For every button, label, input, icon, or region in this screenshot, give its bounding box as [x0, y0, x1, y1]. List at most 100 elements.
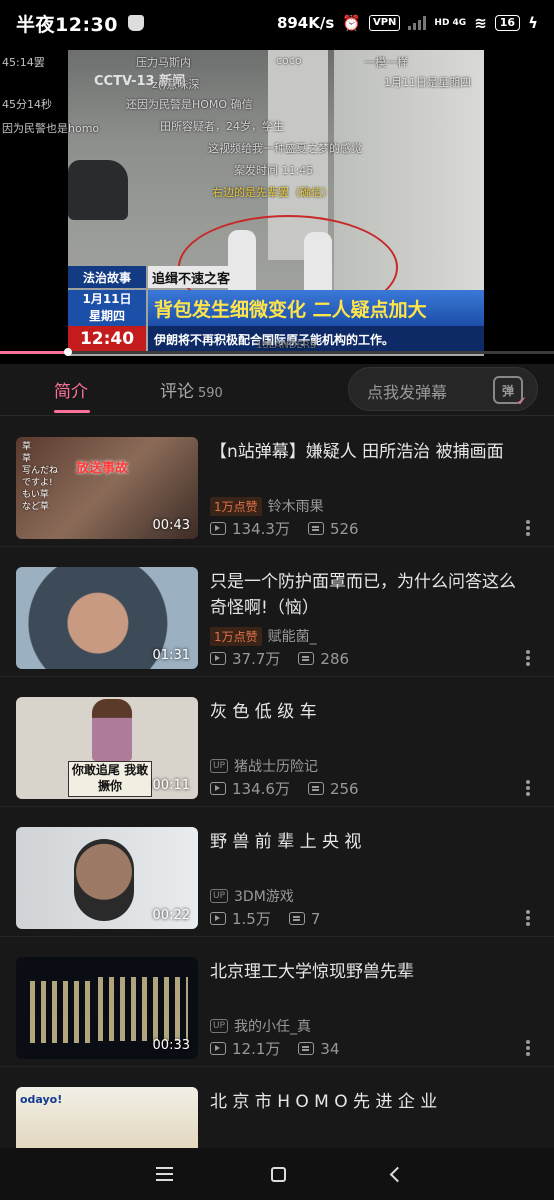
back-button[interactable] [378, 1158, 410, 1190]
video-thumbnail[interactable]: 你敢追尾 我敢撅你 00:11 [16, 697, 198, 799]
video-title[interactable]: 野 兽 前 辈 上 央 视 [210, 829, 530, 855]
up-badge: UP [210, 1019, 229, 1033]
more-options-icon[interactable] [526, 780, 530, 798]
broadcast-date: 1月11日 星期四 [68, 290, 146, 326]
more-options-icon[interactable] [526, 650, 530, 668]
video-list-item[interactable]: 00:33 北京理工大学惊现野兽先辈 UP 我的小任_真 12.1万 34 [0, 937, 554, 1067]
danmaku-input-placeholder: 点我发弹幕 [367, 383, 448, 402]
danmaku-toggle-icon[interactable]: 弹 [493, 376, 527, 408]
video-meta: 1万点赞 赋能菌_ [210, 626, 317, 646]
video-duration: 00:22 [152, 908, 190, 923]
up-badge: UP [210, 759, 229, 773]
charging-icon: ϟ [528, 14, 538, 32]
danmaku-count: 7 [310, 909, 321, 928]
show-name: 法治故事 [68, 266, 146, 288]
video-author: 赋能菌_ [267, 629, 317, 645]
hot-badge: 1万点赞 [210, 626, 262, 646]
thumbnail-danmaku-overlay: 草草写んだね ですよ! もい草 など草 [22, 442, 59, 512]
danmaku-count-icon [288, 912, 305, 925]
video-author: 猪战士历险记 [234, 759, 319, 775]
video-title[interactable]: 灰 色 低 级 车 [210, 699, 530, 725]
danmaku-count: 526 [329, 519, 359, 538]
broadcast-date-day: 1月11日 [82, 292, 132, 306]
video-meta: 1万点赞 铃木雨果 [210, 496, 324, 516]
play-count-icon [210, 652, 226, 665]
tab-comments[interactable]: 评论 590 [160, 377, 223, 402]
danmaku-count: 286 [320, 649, 350, 668]
tab-comments-label: 评论 [160, 382, 194, 402]
video-duration: 00:43 [152, 518, 190, 533]
danmaku-comment: 还因为民警是HOMO 确信 [126, 98, 253, 111]
video-meta: UP 我的小任_真 [210, 1016, 311, 1036]
video-title[interactable]: 只是一个防护面罩而已，为什么问答这么奇怪啊!（恼） [210, 569, 530, 621]
play-count-icon [210, 1042, 226, 1055]
video-stats: 37.7万 286 [210, 648, 349, 669]
video-title[interactable]: 【n站弹幕】嫌疑人 田所浩治 被捕画面 [210, 439, 530, 465]
video-meta: UP 3DM游戏 [210, 886, 294, 906]
thumbnail-caption: 你敢追尾 我敢撅你 [68, 761, 152, 797]
video-thumbnail[interactable]: odayo! [16, 1087, 198, 1148]
video-thumbnail[interactable]: 01:31 [16, 567, 198, 669]
video-author: 我的小任_真 [234, 1019, 312, 1035]
alarm-icon: ⏰ [342, 14, 361, 32]
signal-icon [408, 16, 427, 30]
video-stats: 134.3万 526 [210, 518, 359, 539]
video-list-item[interactable]: 草草写んだね ですよ! もい草 など草 放送事故 00:43 【n站弹幕】嫌疑人 田所… [0, 417, 554, 547]
hot-badge: 1万点赞 [210, 496, 262, 516]
menu-icon [155, 1173, 173, 1175]
video-stats: 134.6万 256 [210, 778, 359, 799]
danmaku-comment: 这视频给我一种盛夏之梦的感觉 [208, 142, 362, 155]
danmaku-count-icon [307, 522, 324, 535]
play-count-icon [210, 912, 226, 925]
play-count-icon [210, 782, 226, 795]
tab-intro[interactable]: 简介 [54, 377, 88, 402]
thumbnail-figure [92, 699, 132, 761]
play-count: 12.1万 [232, 1040, 281, 1058]
video-scene-car [68, 160, 128, 220]
up-badge: UP [210, 889, 229, 903]
danmaku-count-icon [298, 1042, 315, 1055]
play-count: 37.7万 [232, 650, 281, 668]
video-progress-bar[interactable] [0, 348, 554, 356]
video-title[interactable]: 北 京 市 H O M O 先 进 企 业 [210, 1089, 530, 1115]
wifi-icon: ≋ [474, 14, 487, 32]
video-author: 3DM游戏 [234, 889, 294, 905]
tab-active-indicator [54, 410, 90, 413]
video-list-item[interactable]: 00:22 野 兽 前 辈 上 央 视 UP 3DM游戏 1.5万 7 [0, 807, 554, 937]
danmaku-comment: 45分14秒 [2, 98, 52, 111]
video-duration: 00:11 [152, 778, 190, 793]
show-subtitle: 追缉不速之客 [148, 266, 248, 288]
thumbnail-building-windows [98, 977, 188, 1041]
video-stats: 1.5万 7 [210, 908, 320, 929]
more-options-icon[interactable] [526, 910, 530, 928]
video-duration: 00:33 [152, 1038, 190, 1053]
thumbnail-figure [74, 839, 134, 921]
danmaku-comment: 右边的是先辈罢（确信） [212, 186, 333, 199]
progress-knob[interactable] [64, 348, 72, 356]
video-player[interactable]: CCTV-13 新闻 法治故事 追缉不速之客 1月11日 星期四 背包发生细微变… [0, 46, 554, 364]
video-author: 铃木雨果 [267, 499, 324, 515]
danmaku-count: 256 [329, 779, 359, 798]
play-count-icon [210, 522, 226, 535]
video-list-item[interactable]: 你敢追尾 我敢撅你 00:11 灰 色 低 级 车 UP 猪战士历险记 134.… [0, 677, 554, 807]
home-button[interactable] [262, 1158, 294, 1190]
video-list-item[interactable]: 01:31 只是一个防护面罩而已，为什么问答这么奇怪啊!（恼） 1万点赞 赋能菌… [0, 547, 554, 677]
video-thumbnail[interactable]: 00:33 [16, 957, 198, 1059]
recent-apps-button[interactable] [148, 1158, 180, 1190]
more-options-icon[interactable] [526, 1040, 530, 1058]
back-icon [389, 1166, 405, 1182]
video-stats: 12.1万 34 [210, 1038, 340, 1059]
video-title[interactable]: 北京理工大学惊现野兽先辈 [210, 959, 530, 985]
video-list-item[interactable]: odayo! 北 京 市 H O M O 先 进 企 业 [0, 1067, 554, 1148]
danmaku-input[interactable]: 点我发弹幕 弹 [348, 367, 538, 411]
status-bar: 半夜12:30 894K/s ⏰ VPN HD 4G ≋ 16 ϟ [0, 0, 554, 46]
battery-icon: 16 [494, 15, 521, 31]
related-video-list: 草草写んだね ですよ! もい草 など草 放送事故 00:43 【n站弹幕】嫌疑人 田所… [0, 417, 554, 1148]
danmaku-comment: coco [276, 54, 302, 67]
more-options-icon[interactable] [526, 520, 530, 538]
video-thumbnail[interactable]: 00:22 [16, 827, 198, 929]
play-count: 134.6万 [232, 780, 290, 798]
danmaku-comment: 一模一样 [364, 56, 408, 69]
video-thumbnail[interactable]: 草草写んだね ですよ! もい草 など草 放送事故 00:43 [16, 437, 198, 539]
system-navigation-bar [0, 1148, 554, 1200]
